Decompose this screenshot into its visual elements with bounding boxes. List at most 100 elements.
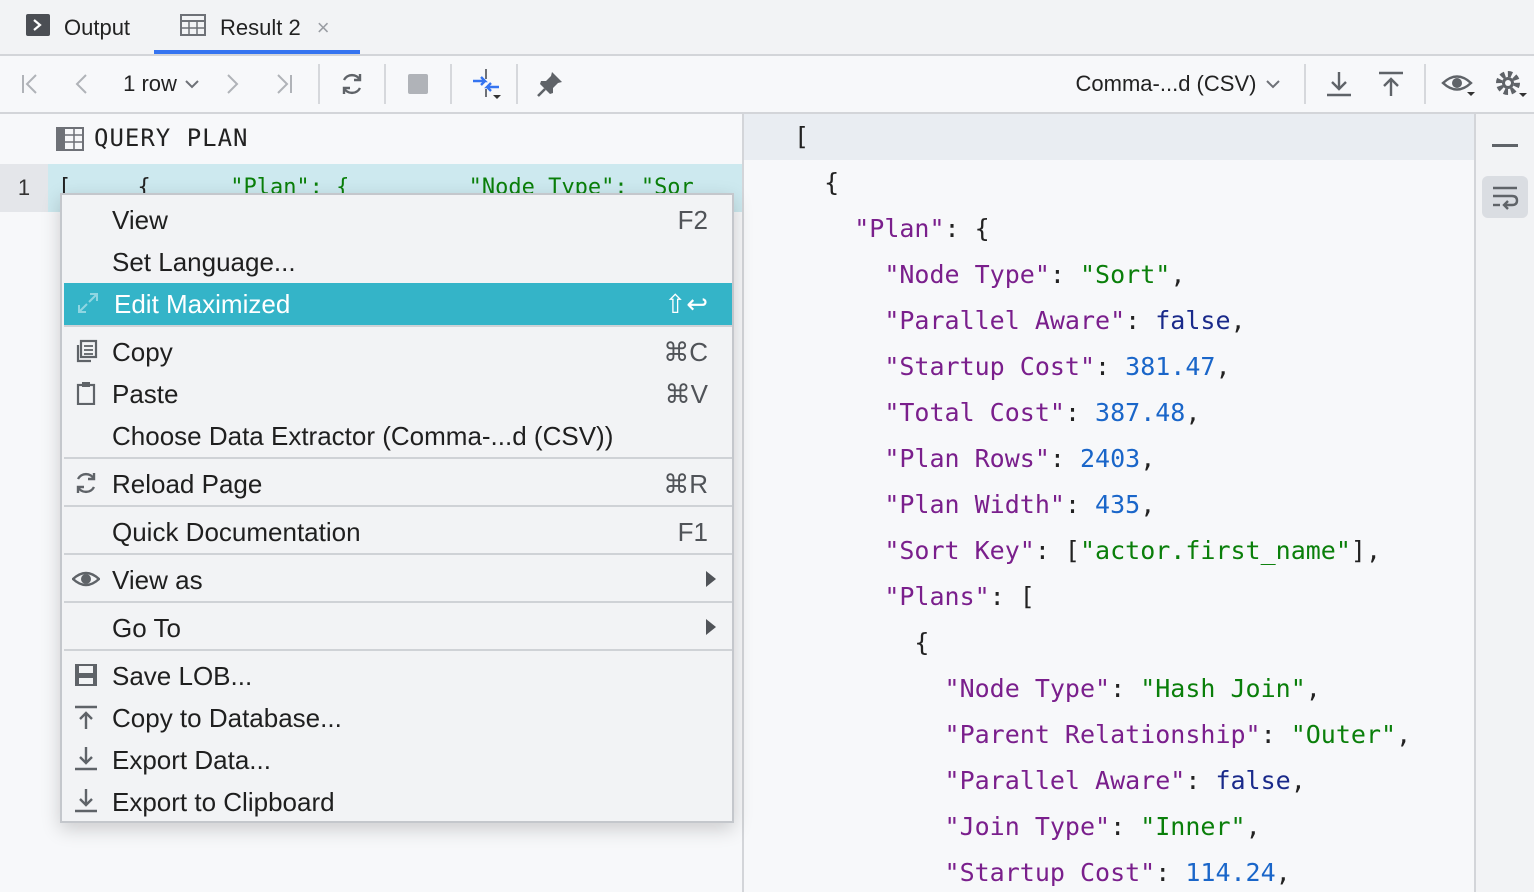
upload-icon[interactable] — [1374, 56, 1408, 112]
menu-item-paste[interactable]: Paste ⌘V — [62, 373, 732, 415]
eye-icon[interactable] — [1438, 56, 1478, 112]
json-token: "Startup Cost" — [884, 352, 1096, 381]
row-number[interactable]: 1 — [0, 164, 48, 212]
toolbar-separator — [1304, 64, 1306, 104]
active-tab-indicator — [154, 50, 360, 54]
submenu-arrow-icon — [706, 571, 716, 587]
json-token: "Node Type" — [944, 674, 1111, 703]
menu-item-label: Go To — [112, 612, 181, 643]
json-token: , — [1140, 490, 1156, 519]
gear-icon[interactable] — [1490, 56, 1530, 112]
json-token: : — [1095, 352, 1126, 381]
menu-item-label: View — [112, 204, 168, 235]
menu-item-shortcut: ⇧↩ — [664, 288, 708, 319]
json-token: : [ — [989, 582, 1035, 611]
menu-item-export-data[interactable]: Export Data... — [62, 739, 732, 781]
json-token: , — [1215, 352, 1231, 381]
paste-icon — [72, 379, 100, 407]
column-header[interactable]: QUERY PLAN — [0, 114, 742, 164]
json-line: "Plan Width": 435, — [794, 482, 1155, 528]
json-line: "Node Type": "Hash Join", — [794, 666, 1321, 712]
pin-icon[interactable] — [532, 56, 568, 112]
json-token: "Outer" — [1290, 720, 1397, 749]
download-icon — [72, 787, 100, 815]
json-token: : — [1049, 260, 1080, 289]
next-page-icon[interactable] — [218, 56, 248, 112]
tab-bar: Output Result 2 × — [0, 0, 1534, 56]
menu-separator — [64, 649, 732, 651]
json-token: 114.24 — [1185, 858, 1276, 887]
menu-separator — [64, 553, 732, 555]
json-token: : — [1260, 720, 1291, 749]
rows-dropdown[interactable]: 1 row — [116, 56, 206, 112]
tab-output[interactable]: Output — [26, 0, 130, 56]
json-token: "Startup Cost" — [944, 858, 1156, 887]
json-token: "Parallel Aware" — [884, 306, 1126, 335]
last-page-icon[interactable] — [268, 56, 300, 112]
download-icon[interactable] — [1322, 56, 1356, 112]
reload-icon[interactable] — [334, 56, 370, 112]
menu-item-label: Save LOB... — [112, 660, 253, 691]
reload-icon — [72, 469, 100, 497]
json-token: : — [1110, 674, 1141, 703]
tab-result-label: Result 2 — [220, 15, 301, 40]
json-line: "Sort Key": ["actor.first_name"], — [794, 528, 1381, 574]
menu-item-view[interactable]: View F2 — [62, 199, 732, 241]
json-token: "actor.first_name" — [1079, 536, 1351, 565]
json-token: "Hash Join" — [1140, 674, 1306, 703]
menu-item-edit-maximized[interactable]: Edit Maximized ⇧↩ — [64, 283, 732, 325]
json-token: , — [1290, 766, 1306, 795]
menu-separator — [64, 505, 732, 507]
menu-item-label: Paste — [112, 378, 179, 409]
json-line: "Parallel Aware": false, — [794, 758, 1306, 804]
json-token: "Plan Width" — [884, 490, 1065, 519]
menu-item-reload-page[interactable]: Reload Page ⌘R — [62, 463, 732, 505]
extractor-dropdown[interactable]: Comma-...d (CSV) — [1066, 56, 1290, 112]
menu-separator — [64, 325, 732, 327]
json-token: : — [1049, 444, 1080, 473]
json-token: { — [794, 168, 840, 197]
json-token: false — [1155, 306, 1231, 335]
menu-item-label: Quick Documentation — [112, 516, 361, 547]
stop-icon[interactable] — [402, 56, 434, 112]
menu-item-set-language[interactable]: Set Language... — [62, 241, 732, 283]
menu-item-quick-documentation[interactable]: Quick Documentation F1 — [62, 511, 732, 553]
value-viewer[interactable]: [ { "Plan": { "Node Type": "Sort", "Para… — [744, 114, 1474, 892]
compare-icon[interactable] — [466, 56, 506, 112]
json-line: "Node Type": "Sort", — [794, 252, 1185, 298]
json-token: , — [1185, 398, 1201, 427]
json-token: , — [1170, 260, 1186, 289]
json-token: ], — [1350, 536, 1382, 565]
close-icon[interactable]: × — [317, 15, 330, 41]
copy-icon — [72, 337, 100, 365]
json-token: , — [1140, 444, 1156, 473]
toolbar-separator — [450, 64, 452, 104]
json-token: , — [1305, 674, 1321, 703]
json-token: : — [1155, 858, 1186, 887]
menu-item-go-to[interactable]: Go To — [62, 607, 732, 649]
json-token: 387.48 — [1095, 398, 1186, 427]
tab-result[interactable]: Result 2 × — [180, 0, 330, 56]
json-token: , — [1230, 306, 1246, 335]
soft-wrap-icon[interactable] — [1482, 176, 1528, 218]
prev-page-icon[interactable] — [66, 56, 96, 112]
menu-item-copy[interactable]: Copy ⌘C — [62, 331, 732, 373]
menu-item-save-lob[interactable]: Save LOB... — [62, 655, 732, 697]
menu-item-view-as[interactable]: View as — [62, 559, 732, 601]
json-token: "Sort Key" — [884, 536, 1035, 565]
tab-output-label: Output — [64, 15, 131, 40]
toolbar-separator — [384, 64, 386, 104]
first-page-icon[interactable] — [14, 56, 46, 112]
menu-item-choose-data-extractor-comma-d-csv[interactable]: Choose Data Extractor (Comma-...d (CSV)) — [62, 415, 732, 457]
minimize-icon[interactable] — [1492, 144, 1518, 147]
menu-separator — [64, 601, 732, 603]
menu-item-export-to-clipboard[interactable]: Export to Clipboard — [62, 781, 732, 823]
json-token: , — [1245, 812, 1261, 841]
menu-item-copy-to-database[interactable]: Copy to Database... — [62, 697, 732, 739]
json-token: "Plans" — [884, 582, 990, 611]
current-line-highlight — [744, 114, 1474, 160]
